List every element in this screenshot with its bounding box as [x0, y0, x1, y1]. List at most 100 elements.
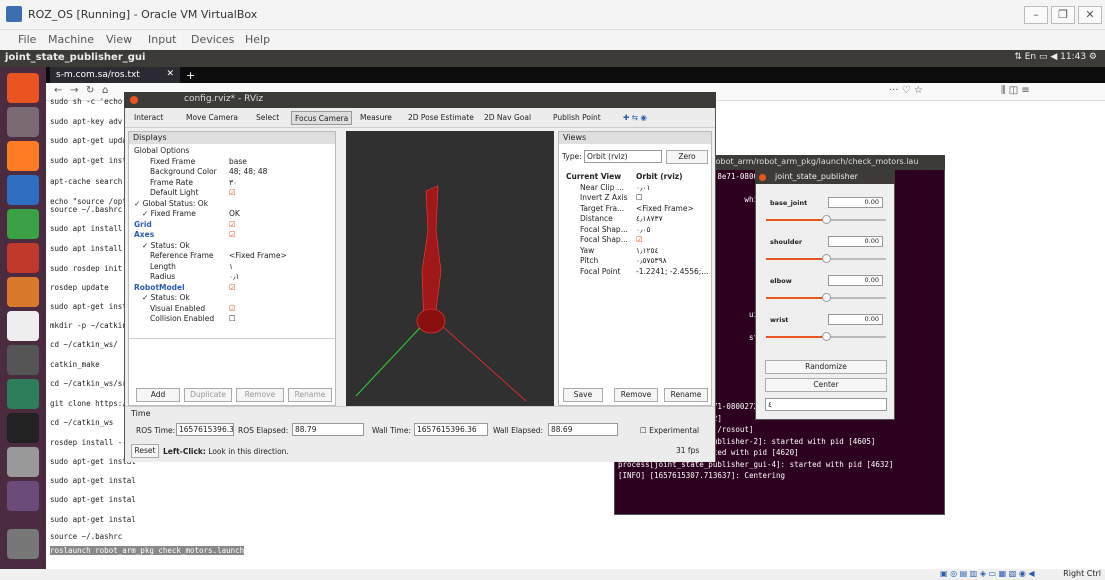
reload-icon[interactable]: ↻ [86, 85, 94, 96]
view-property-value[interactable]: -1.2241; -2.4556;... [636, 267, 709, 276]
view-property-value[interactable]: ٠٫٥٧٥٣٩٨ [636, 256, 667, 265]
tool-publish-point[interactable]: Publish Point [550, 111, 604, 125]
files-icon[interactable] [7, 107, 39, 137]
impress-icon[interactable] [7, 243, 39, 273]
joint-value-field[interactable]: 0.00 [828, 197, 883, 208]
3d-view[interactable] [346, 131, 554, 406]
tool-interact[interactable]: Interact [131, 111, 166, 125]
tree-item-value[interactable]: ☑ [229, 230, 236, 239]
duplicate-display-button[interactable]: Duplicate [184, 388, 232, 402]
tree-item-label[interactable]: ✓ Global Status: Ok [134, 199, 208, 208]
view-property-label[interactable]: Focal Shap... [580, 235, 628, 244]
close-button[interactable]: ✕ [1078, 6, 1102, 24]
joint-value-field[interactable]: 0.00 [828, 314, 883, 325]
tree-item-value[interactable]: base [229, 157, 247, 166]
menu-machine[interactable]: Machine [48, 33, 94, 46]
clock[interactable]: 11:43 [1060, 52, 1086, 62]
firefox-icon[interactable] [7, 141, 39, 171]
remove-display-button[interactable]: Remove [236, 388, 284, 402]
view-property-value[interactable]: ١٫١٢٥٤ [636, 246, 659, 255]
tree-item-label[interactable]: Background Color [150, 167, 217, 176]
tree-item-value[interactable]: ☑ [229, 304, 236, 313]
tree-item-value[interactable]: ٣٠ [229, 178, 237, 187]
wall-elapsed-field[interactable]: 88.69 [548, 423, 618, 436]
tree-item-label[interactable]: Default Light [150, 188, 199, 197]
view-property-label[interactable]: Invert Z Axis [580, 193, 628, 202]
view-property-label[interactable]: Pitch [580, 256, 598, 265]
minimize-button[interactable]: – [1024, 6, 1048, 24]
tree-item-label[interactable]: Fixed Frame [150, 157, 195, 166]
rename-view-button[interactable]: Rename [664, 388, 708, 402]
joint-slider-handle[interactable] [822, 332, 831, 341]
joint-slider-handle[interactable] [822, 293, 831, 302]
menu-file[interactable]: File [18, 33, 36, 46]
software-center-icon[interactable] [7, 277, 39, 307]
view-property-label[interactable]: Distance [580, 214, 613, 223]
reset-button[interactable]: Reset [131, 444, 159, 458]
tree-item-value[interactable]: ☑ [229, 220, 236, 229]
library-icon[interactable]: ⫼ ◫ ≡ [1001, 85, 1030, 96]
tree-item-value[interactable]: <Fixed Frame> [229, 251, 287, 260]
language-indicator[interactable]: En [1025, 52, 1036, 62]
maximize-button[interactable]: ❐ [1051, 6, 1075, 24]
tool-move-camera[interactable]: Move Camera [183, 111, 241, 125]
joint-slider-handle[interactable] [822, 254, 831, 263]
tree-item-value[interactable]: ☑ [229, 283, 236, 292]
tree-item-label[interactable]: Global Options [134, 146, 189, 155]
jsp-close-button[interactable] [759, 174, 766, 181]
save-view-button[interactable]: Save [563, 388, 603, 402]
tool-measure[interactable]: Measure [357, 111, 395, 125]
browser-tab[interactable]: s-m.com.sa/ros.txt ✕ [50, 67, 180, 83]
dash-icon[interactable] [7, 73, 39, 103]
joint-value-field[interactable]: 0.00 [828, 275, 883, 286]
tree-item-label[interactable]: Reference Frame [150, 251, 214, 260]
tool-2d-nav-goal[interactable]: 2D Nav Goal [481, 111, 534, 125]
view-property-value[interactable]: ٠٫٠١ [636, 183, 651, 192]
randomize-button[interactable]: Randomize [765, 360, 887, 374]
update-icon[interactable] [7, 379, 39, 409]
tree-item-label[interactable]: ✓ Status: Ok [142, 293, 190, 302]
view-property-value[interactable]: ☑ [636, 235, 643, 244]
wall-time-field[interactable]: 1657615396.36 [414, 423, 488, 436]
help-icon[interactable] [7, 447, 39, 477]
tree-item-value[interactable]: ☐ [229, 314, 236, 323]
forward-icon[interactable]: → [70, 85, 78, 96]
view-property-value[interactable]: ٤٫١٨٧٣٧ [636, 214, 663, 223]
terminal-icon[interactable] [7, 413, 39, 443]
tree-item-label[interactable]: Axes [134, 230, 154, 239]
joint-value-field[interactable]: 0.00 [828, 236, 883, 247]
tree-item-label[interactable]: Visual Enabled [150, 304, 205, 313]
status-device-icons[interactable]: ▣ ◎ ▤ ▥ ◈ ▭ ▦ ▧ ◉ ◀ [940, 569, 1035, 578]
ros-time-field[interactable]: 1657615396.32 [176, 423, 234, 436]
tree-item-label[interactable]: Frame Rate [150, 178, 193, 187]
menu-devices[interactable]: Devices [191, 33, 234, 46]
view-property-label[interactable]: Focal Point [580, 267, 620, 276]
rviz-close-button[interactable] [130, 96, 138, 104]
view-property-label[interactable]: Focal Shap... [580, 225, 628, 234]
view-property-value[interactable]: <Fixed Frame> [636, 204, 694, 213]
menu-view[interactable]: View [106, 33, 132, 46]
tree-item-value[interactable]: 48; 48; 48 [229, 167, 267, 176]
menu-help[interactable]: Help [245, 33, 270, 46]
tool-add-icon[interactable]: ✚ ⇆ ◉ [620, 111, 650, 125]
joint-count-spinbox[interactable]: ٤ [765, 398, 887, 411]
ros-elapsed-field[interactable]: 88.79 [292, 423, 364, 436]
remove-view-button[interactable]: Remove [614, 388, 658, 402]
tree-item-label[interactable]: Collision Enabled [150, 314, 214, 323]
rviz-icon[interactable] [7, 481, 39, 511]
view-property-label[interactable]: Current View [566, 172, 621, 181]
view-property-value[interactable]: Orbit (rviz) [636, 172, 683, 181]
close-tab-icon[interactable]: ✕ [166, 69, 174, 79]
calc-icon[interactable] [7, 209, 39, 239]
zero-button[interactable]: Zero [666, 150, 708, 164]
tree-item-value[interactable]: OK [229, 209, 240, 218]
tree-item-value[interactable]: ٠٫١ [229, 272, 240, 281]
menu-input[interactable]: Input [148, 33, 176, 46]
tree-item-label[interactable]: Radius [150, 272, 175, 281]
page-actions-icon[interactable]: ··· ♡ ☆ [889, 85, 923, 96]
new-tab-icon[interactable]: + [186, 69, 195, 82]
settings-icon[interactable] [7, 345, 39, 375]
writer-icon[interactable] [7, 175, 39, 205]
back-icon[interactable]: ← [54, 85, 62, 96]
panel-indicators[interactable]: ⇅ En ▭ ◀ 11:43 ⚙ [1014, 52, 1097, 62]
